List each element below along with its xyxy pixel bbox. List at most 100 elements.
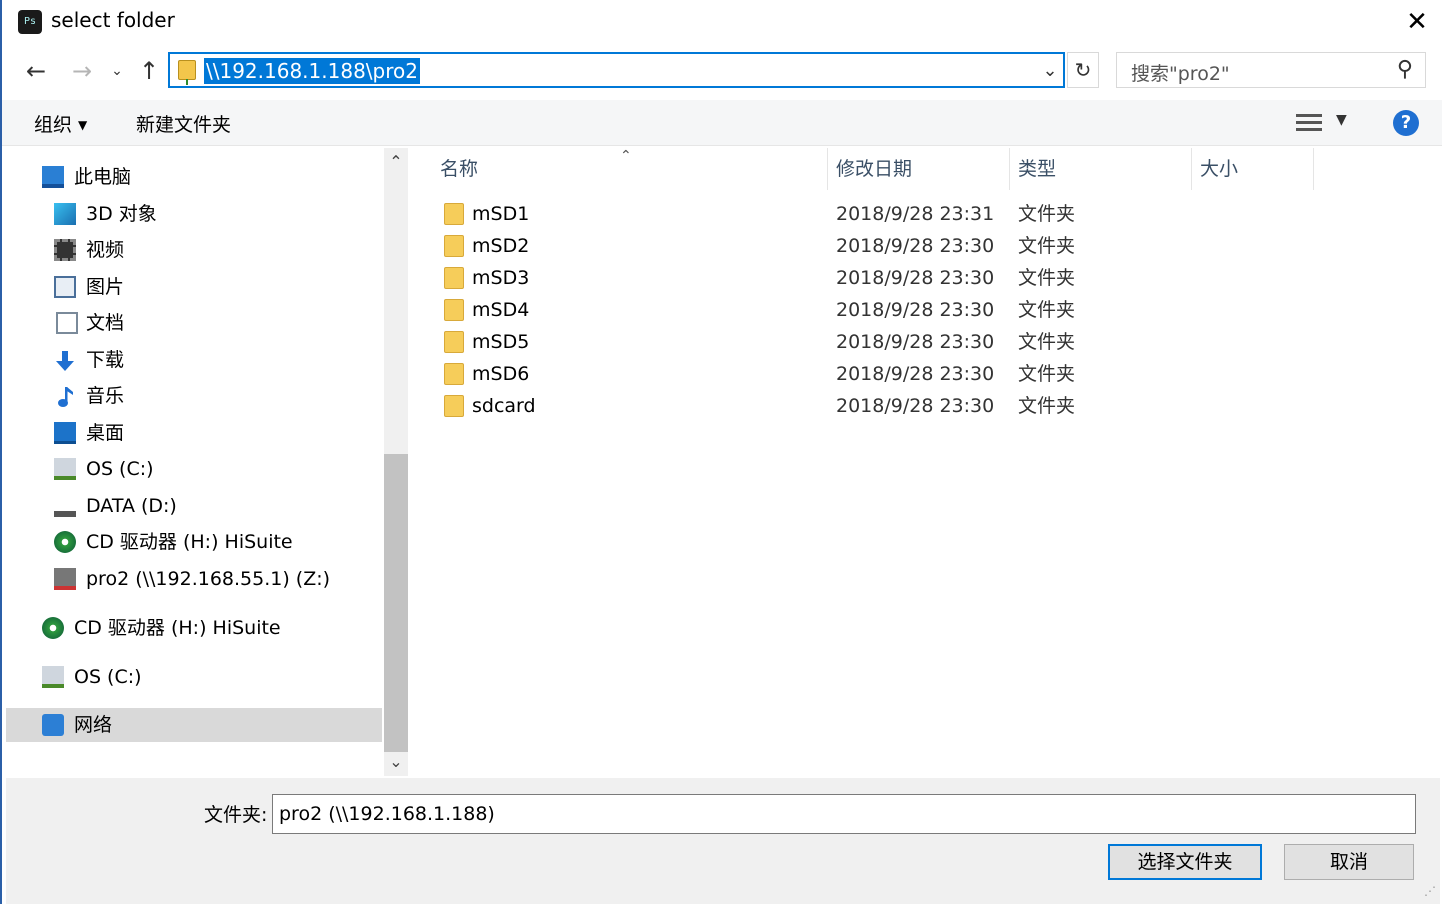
file-date: 2018/9/28 23:31 [836, 203, 995, 225]
sidebar-item-3d-objects[interactable]: 3D 对象 [6, 197, 382, 231]
window-title: select folder [51, 8, 175, 32]
address-dropdown-button[interactable]: ⌄ [1039, 60, 1061, 82]
command-toolbar: 组织 ▼ 新建文件夹 ▼ ? [2, 100, 1442, 146]
organize-button[interactable]: 组织 ▼ [34, 110, 87, 137]
video-icon [54, 239, 76, 261]
cd-drive-icon [54, 531, 76, 553]
sidebar-item-label: 视频 [86, 239, 125, 261]
file-row[interactable]: mSD3 2018/9/28 23:30 文件夹 [440, 262, 1140, 294]
scrollbar-thumb[interactable] [384, 454, 408, 752]
sidebar-item-data-d[interactable]: DATA (D:) [6, 489, 382, 523]
view-menu-caret-icon[interactable]: ▼ [1336, 112, 1347, 128]
column-header-type[interactable]: 类型 [1010, 148, 1192, 190]
file-row[interactable]: mSD6 2018/9/28 23:30 文件夹 [440, 358, 1140, 390]
address-bar[interactable]: \\192.168.1.188\pro2 ⌄ [168, 52, 1065, 88]
column-header-size[interactable]: 大小 [1192, 148, 1314, 190]
folder-icon [444, 331, 464, 353]
file-date: 2018/9/28 23:30 [836, 235, 995, 257]
file-row[interactable]: sdcard 2018/9/28 23:30 文件夹 [440, 390, 1140, 422]
sidebar-item-this-pc[interactable]: 此电脑 [6, 160, 382, 194]
sidebar-item-label: 3D 对象 [86, 203, 157, 225]
help-icon[interactable]: ? [1393, 110, 1419, 136]
select-folder-button[interactable]: 选择文件夹 [1108, 844, 1262, 880]
sidebar-item-downloads[interactable]: 下载 [6, 343, 382, 377]
os-drive-icon [54, 458, 76, 480]
app-icon: Ps [18, 10, 42, 34]
organize-label: 组织 [34, 114, 73, 136]
file-row[interactable]: mSD4 2018/9/28 23:30 文件夹 [440, 294, 1140, 326]
new-folder-button[interactable]: 新建文件夹 [136, 110, 231, 137]
folder-icon [444, 235, 464, 257]
folder-field-label: 文件夹: [204, 804, 268, 826]
sidebar-item-pro2-z[interactable]: pro2 (\\192.168.55.1) (Z:) [6, 562, 382, 596]
sidebar-item-cd-h-root[interactable]: CD 驱动器 (H:) HiSuite [6, 611, 382, 645]
recent-locations-button[interactable]: ⌄ [106, 54, 128, 88]
search-input[interactable]: 搜索"pro2" [1131, 59, 1230, 86]
sidebar-item-label: 此电脑 [74, 166, 132, 188]
navigation-pane: 此电脑 3D 对象 视频 图片 文档 下载 音乐 桌面 OS (C:) DATA… [6, 148, 384, 776]
computer-icon [42, 166, 64, 188]
sidebar-item-cd-h[interactable]: CD 驱动器 (H:) HiSuite [6, 525, 382, 559]
file-name: mSD2 [472, 235, 530, 257]
caret-down-icon: ▼ [78, 118, 88, 132]
sidebar-item-os-c-root[interactable]: OS (C:) [6, 660, 382, 694]
3d-objects-icon [54, 203, 76, 225]
file-name: mSD5 [472, 331, 530, 353]
view-options-icon[interactable] [1296, 112, 1322, 134]
folder-icon [444, 267, 464, 289]
dialog-window: Ps select folder ✕ ← → ⌄ ↑ \\192.168.1.1… [0, 0, 1442, 904]
file-date: 2018/9/28 23:30 [836, 363, 995, 385]
navigation-bar: ← → ⌄ ↑ \\192.168.1.188\pro2 ⌄ ↻ 搜索"pro2… [2, 46, 1442, 98]
file-type: 文件夹 [1018, 363, 1076, 385]
resize-grip-icon[interactable]: ⋰ [1424, 884, 1438, 898]
search-box[interactable]: 搜索"pro2" ⚲ [1116, 52, 1426, 88]
search-icon[interactable]: ⚲ [1397, 57, 1413, 82]
file-type: 文件夹 [1018, 395, 1076, 417]
sidebar-item-label: CD 驱动器 (H:) HiSuite [74, 617, 281, 639]
file-name: mSD4 [472, 299, 530, 321]
cancel-button[interactable]: 取消 [1284, 844, 1414, 880]
folder-icon [444, 395, 464, 417]
close-button[interactable]: ✕ [1394, 4, 1440, 40]
scroll-up-icon[interactable]: ⌃ [384, 148, 408, 176]
column-header-name[interactable]: 名称 [432, 148, 828, 190]
forward-button[interactable]: → [66, 54, 98, 88]
folder-icon [444, 299, 464, 321]
sidebar-item-desktop[interactable]: 桌面 [6, 416, 382, 450]
file-type: 文件夹 [1018, 267, 1076, 289]
sidebar-item-videos[interactable]: 视频 [6, 233, 382, 267]
navigation-pane-scrollbar[interactable]: ⌃ ⌄ [384, 148, 408, 776]
sidebar-item-label: OS (C:) [86, 458, 154, 480]
file-type: 文件夹 [1018, 331, 1076, 353]
sidebar-item-network[interactable]: 网络 [6, 708, 382, 742]
os-drive-icon [42, 666, 64, 688]
sidebar-item-documents[interactable]: 文档 [6, 306, 382, 340]
refresh-button[interactable]: ↻ [1067, 52, 1099, 88]
dialog-footer: 文件夹: pro2 (\\192.168.1.188) 选择文件夹 取消 ⋰ [6, 778, 1440, 904]
title-bar: Ps select folder ✕ [2, 0, 1442, 44]
column-header-date[interactable]: 修改日期 [828, 148, 1010, 190]
folder-name-input[interactable]: pro2 (\\192.168.1.188) [272, 794, 1416, 834]
file-type: 文件夹 [1018, 299, 1076, 321]
sidebar-item-label: CD 驱动器 (H:) HiSuite [86, 531, 293, 553]
scroll-down-icon[interactable]: ⌄ [384, 748, 408, 776]
address-input[interactable]: \\192.168.1.188\pro2 [204, 58, 420, 84]
sidebar-item-music[interactable]: 音乐 [6, 379, 382, 413]
sidebar-item-os-c[interactable]: OS (C:) [6, 452, 382, 486]
back-button[interactable]: ← [20, 54, 52, 88]
file-date: 2018/9/28 23:30 [836, 331, 995, 353]
sidebar-item-pictures[interactable]: 图片 [6, 270, 382, 304]
cd-drive-icon [42, 617, 64, 639]
download-icon [54, 349, 76, 371]
file-date: 2018/9/28 23:30 [836, 299, 995, 321]
pictures-icon [54, 276, 76, 298]
sidebar-item-label: 网络 [74, 714, 113, 736]
file-row[interactable]: mSD2 2018/9/28 23:30 文件夹 [440, 230, 1140, 262]
file-row[interactable]: mSD5 2018/9/28 23:30 文件夹 [440, 326, 1140, 358]
file-row[interactable]: mSD1 2018/9/28 23:31 文件夹 [440, 198, 1140, 230]
sidebar-item-label: DATA (D:) [86, 495, 177, 517]
up-button[interactable]: ↑ [134, 54, 164, 88]
file-date: 2018/9/28 23:30 [836, 267, 995, 289]
file-name: sdcard [472, 395, 536, 417]
sidebar-item-label: 音乐 [86, 385, 125, 407]
